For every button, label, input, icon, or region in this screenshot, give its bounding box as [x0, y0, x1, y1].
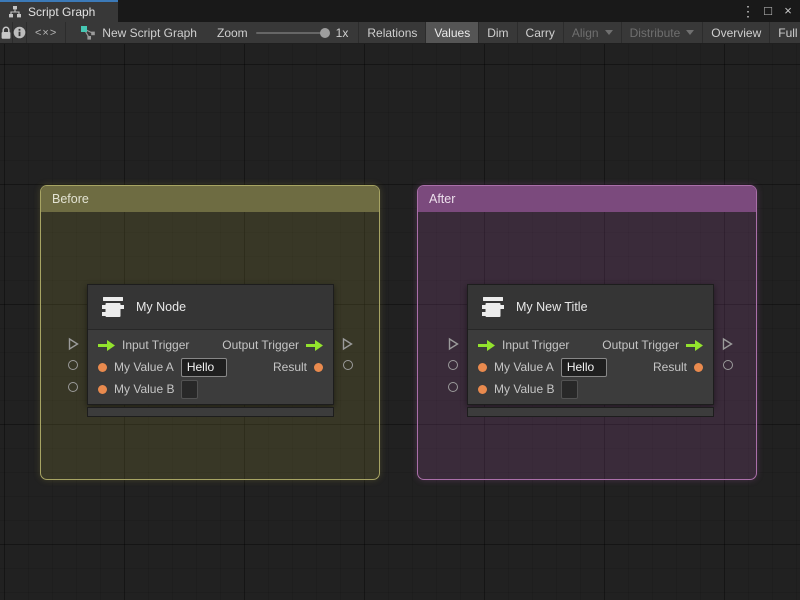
zoom-slider[interactable] [255, 27, 330, 38]
node-body: Input Trigger Output Trigger My Value A … [88, 330, 333, 404]
port-row-value-b: My Value B [88, 378, 333, 400]
port-label: My Value B [114, 382, 175, 396]
overview-button[interactable]: Overview [702, 22, 769, 43]
graph-hierarchy-icon [8, 6, 22, 18]
port-label: Result [272, 360, 307, 374]
port-label: My Value A [114, 360, 174, 374]
value-a-input[interactable] [560, 357, 607, 377]
node-title: My Node [136, 300, 187, 314]
graph-name-label: New Script Graph [102, 25, 197, 40]
node-title: My New Title [516, 300, 588, 314]
port-label: Output Trigger [602, 338, 679, 352]
lock-button[interactable] [0, 22, 13, 43]
external-value-port-circle-icon[interactable] [448, 360, 458, 370]
zoom-control: Zoom 1x [207, 22, 358, 43]
window-controls: ⋮ □ × [740, 0, 800, 22]
port-label: My Value B [494, 382, 555, 396]
chevron-down-icon [686, 30, 695, 35]
graph-canvas[interactable]: Before My Node Input Trigger Output Trig… [0, 44, 800, 600]
group-title: After [429, 192, 456, 206]
group-title: Before [52, 192, 89, 206]
external-flow-port-triangle-icon[interactable] [722, 337, 733, 351]
node-header[interactable]: My New Title [468, 285, 713, 330]
dim-button[interactable]: Dim [478, 22, 516, 43]
chevron-down-icon [604, 30, 613, 35]
flow-output-arrow-icon[interactable] [686, 339, 703, 351]
node-footer [467, 407, 714, 417]
port-label: Result [652, 360, 687, 374]
value-b-input[interactable] [561, 379, 579, 399]
tab-bar: Script Graph ⋮ □ × [0, 0, 800, 22]
value-port-dot-icon[interactable] [98, 362, 107, 372]
flow-input-arrow-icon[interactable] [98, 339, 115, 351]
value-port-dot-icon[interactable] [314, 362, 323, 372]
external-value-port-circle-icon[interactable] [448, 382, 458, 392]
value-port-dot-icon[interactable] [478, 362, 487, 372]
flow-input-arrow-icon[interactable] [478, 339, 495, 351]
port-row-value-a: My Value A Result [88, 356, 333, 378]
group-header[interactable]: After [418, 186, 756, 212]
relations-button[interactable]: Relations [358, 22, 425, 43]
port-row-trigger: Input Trigger Output Trigger [468, 334, 713, 356]
tab-script-graph[interactable]: Script Graph [0, 0, 118, 22]
zoom-label: Zoom [216, 25, 248, 40]
info-icon [13, 26, 26, 39]
maximize-icon[interactable]: □ [760, 1, 776, 21]
node-header[interactable]: My Node [88, 285, 333, 330]
unit-node-icon [480, 294, 506, 320]
script-graph-window: Script Graph ⋮ □ × <×> New Script Graph … [0, 0, 800, 600]
port-label: Output Trigger [222, 338, 299, 352]
value-port-dot-icon[interactable] [478, 384, 487, 394]
external-flow-port-triangle-icon[interactable] [68, 337, 79, 351]
inspector-button[interactable] [13, 22, 27, 43]
group-before[interactable]: Before My Node Input Trigger Output Trig… [40, 185, 380, 480]
external-value-port-circle-icon[interactable] [68, 360, 78, 370]
lock-icon [0, 26, 12, 40]
carry-button[interactable]: Carry [516, 22, 563, 43]
external-flow-port-triangle-icon[interactable] [448, 337, 459, 351]
external-value-port-circle-icon[interactable] [723, 360, 733, 370]
tab-title: Script Graph [28, 5, 96, 19]
code-brackets-icon: <×> [35, 26, 58, 39]
external-value-port-circle-icon[interactable] [68, 382, 78, 392]
node-footer [87, 407, 334, 417]
unit-node-icon [100, 294, 126, 320]
graph-breadcrumb[interactable]: New Script Graph [66, 22, 207, 43]
preview-code-button[interactable]: <×> [27, 22, 67, 43]
port-row-trigger: Input Trigger Output Trigger [88, 334, 333, 356]
node-my-node[interactable]: My Node Input Trigger Output Trigger My … [68, 284, 353, 417]
port-row-value-b: My Value B [468, 378, 713, 400]
port-label: Input Trigger [122, 338, 190, 352]
toolbar: <×> New Script Graph Zoom 1x Relations V… [0, 22, 800, 44]
zoom-value: 1x [335, 25, 349, 40]
value-port-dot-icon[interactable] [98, 384, 107, 394]
align-dropdown[interactable]: Align [562, 22, 621, 43]
external-flow-port-triangle-icon[interactable] [342, 337, 353, 351]
external-value-port-circle-icon[interactable] [343, 360, 353, 370]
flow-output-arrow-icon[interactable] [306, 339, 323, 351]
values-button[interactable]: Values [425, 22, 479, 43]
close-icon[interactable]: × [780, 1, 796, 21]
fullscreen-button[interactable]: Full Screen [769, 22, 800, 43]
toolbar-toggles: Relations Values Dim Carry Align Distrib… [358, 22, 800, 43]
group-after[interactable]: After My New Title Input Trigger Output … [417, 185, 757, 480]
group-header[interactable]: Before [41, 186, 379, 212]
value-port-dot-icon[interactable] [694, 362, 703, 372]
value-b-input[interactable] [181, 379, 199, 399]
port-row-value-a: My Value A Result [468, 356, 713, 378]
port-label: Input Trigger [502, 338, 570, 352]
node-my-new-title[interactable]: My New Title Input Trigger Output Trigge… [448, 284, 733, 417]
value-a-input[interactable] [180, 357, 227, 377]
node-body: Input Trigger Output Trigger My Value A … [468, 330, 713, 404]
script-graph-icon [80, 25, 96, 40]
port-label: My Value A [494, 360, 554, 374]
zoom-slider-handle[interactable] [319, 27, 330, 38]
window-menu-icon[interactable]: ⋮ [740, 1, 756, 21]
distribute-dropdown[interactable]: Distribute [620, 22, 703, 43]
